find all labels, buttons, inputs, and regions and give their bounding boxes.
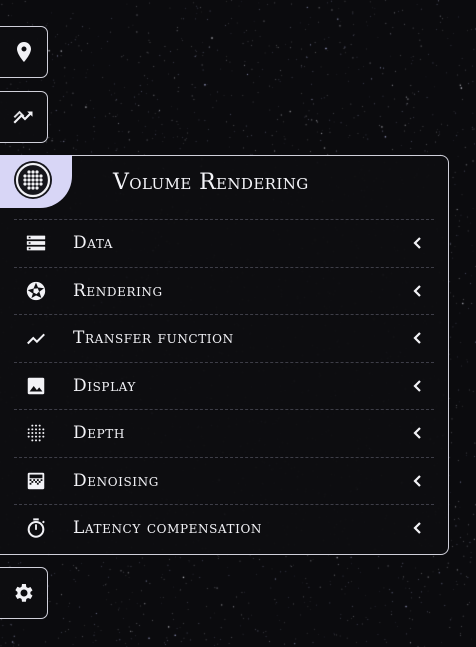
chevron-left-icon xyxy=(412,378,422,392)
chevron-left-icon xyxy=(412,473,422,487)
trend-line-icon xyxy=(27,333,45,345)
menu-item-label: Latency compensation xyxy=(73,518,263,539)
menu-item-label: Rendering xyxy=(73,280,163,301)
timer-icon xyxy=(27,518,45,538)
chevron-left-icon xyxy=(412,283,422,297)
aperture-icon xyxy=(26,281,46,300)
chevron-left-icon xyxy=(412,235,422,249)
menu-item-depth[interactable]: Depth xyxy=(14,409,434,457)
menu-item-display[interactable]: Display xyxy=(14,361,434,410)
image-icon xyxy=(27,377,45,394)
gradient-square-icon xyxy=(27,472,45,489)
gear-icon xyxy=(14,584,32,602)
menu-item-label: Depth xyxy=(73,423,125,444)
chevron-left-icon xyxy=(412,330,422,344)
panel-title: Volume Rendering xyxy=(113,170,309,195)
chevron-left-icon xyxy=(412,425,422,439)
menu-item-data[interactable]: Data xyxy=(14,219,434,267)
menu-item-label: Denoising xyxy=(73,470,159,491)
menu-item-label: Display xyxy=(73,375,136,396)
menu-item-denoising[interactable]: Denoising xyxy=(14,456,434,505)
chevron-left-icon xyxy=(412,520,422,534)
location-button[interactable] xyxy=(0,26,48,78)
analytics-icon xyxy=(13,110,32,124)
menu-item-label: Data xyxy=(73,233,114,254)
menu-item-latency-compensation[interactable]: Latency compensation xyxy=(14,504,434,552)
volume-rendering-panel: Volume Rendering Data Rendering Transfer… xyxy=(0,155,449,555)
dither-dots-icon xyxy=(27,424,45,442)
menu-item-label: Transfer function xyxy=(73,328,234,349)
location-pin-icon xyxy=(16,42,31,62)
menu-item-transfer-function[interactable]: Transfer function xyxy=(14,314,434,362)
settings-button[interactable] xyxy=(0,567,48,619)
panel-menu: Data Rendering Transfer function Display xyxy=(14,219,434,552)
analytics-button[interactable] xyxy=(0,91,48,143)
volume-sphere-icon xyxy=(14,161,52,199)
menu-item-rendering[interactable]: Rendering xyxy=(14,266,434,315)
database-icon xyxy=(26,235,46,251)
panel-tab[interactable] xyxy=(0,155,72,208)
